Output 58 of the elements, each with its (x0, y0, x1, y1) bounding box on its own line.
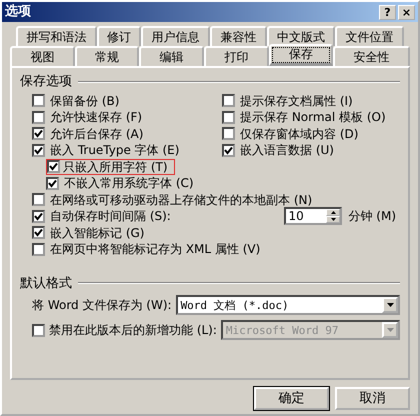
checkbox-label: 允许后台保存 (A) (50, 126, 144, 142)
close-button[interactable]: × (398, 4, 415, 20)
checkbox[interactable] (32, 144, 45, 157)
tab[interactable]: 中文版式 (266, 26, 336, 46)
checkbox[interactable] (222, 94, 235, 108)
checkbox[interactable] (222, 144, 235, 157)
checkbox[interactable] (32, 242, 45, 256)
tab[interactable]: 修订 (96, 26, 142, 46)
tab[interactable]: 视图 (10, 46, 75, 66)
checkbox[interactable] (47, 160, 60, 174)
checkbox-label: 保留备份 (B) (50, 94, 120, 108)
checkbox[interactable] (32, 210, 45, 223)
tab[interactable]: 保存 (268, 44, 334, 66)
help-button[interactable]: ? (379, 4, 396, 20)
tab[interactable]: 兼容性 (210, 26, 267, 46)
tab[interactable]: 编辑 (139, 46, 204, 66)
checkbox-label: 不嵌入常用系统字体 (C) (64, 176, 194, 191)
checkbox-label: 提示保存文档属性 (I) (240, 94, 353, 108)
dropdown[interactable]: Word 文档 (*.doc) (176, 295, 400, 316)
checkbox-label: 嵌入智能标记 (G) (50, 226, 144, 240)
group-title: 保存选项 (20, 74, 72, 90)
down-arrow-icon (330, 218, 336, 222)
tab[interactable]: 拼写和语法 (16, 26, 97, 46)
checkbox[interactable] (222, 127, 235, 140)
caret-icon (386, 328, 394, 332)
tab[interactable]: 常规 (74, 46, 140, 66)
checkbox[interactable] (32, 110, 45, 124)
up-arrow-icon (330, 211, 336, 214)
checkbox-label: 在网页中将智能标记存为 XML 属性 (V) (50, 242, 260, 257)
tab[interactable]: 打印 (204, 46, 269, 66)
checkbox-label: 只嵌入所用字符 (T) (63, 160, 168, 174)
window-title: 选项 (5, 4, 32, 20)
dialog-button[interactable]: 确定 (254, 387, 329, 410)
caret-icon (386, 303, 394, 308)
checkbox-label: 嵌入 TrueType 字体 (E) (50, 143, 180, 158)
spin-down-button[interactable] (326, 216, 340, 224)
checkbox[interactable] (46, 176, 59, 190)
checkbox-label: 禁用在此版本后的新增功能 (L): (49, 322, 217, 338)
checkbox-label: 自动保存时间间隔 (S): (50, 209, 171, 224)
checkbox-label: 嵌入语言数据 (U) (240, 143, 334, 158)
checkbox[interactable] (32, 127, 45, 140)
spin-up-button[interactable] (326, 209, 340, 216)
unit-label: 分钟 (M) (348, 209, 396, 224)
tab[interactable]: 文件位置 (335, 26, 404, 46)
number-field[interactable]: 10 (284, 207, 342, 226)
checkbox-label: 允许快速保存 (F) (50, 110, 142, 125)
tab[interactable]: 安全性 (333, 46, 410, 66)
tab[interactable]: 用户信息 (141, 26, 210, 46)
field-label: 将 Word 文件保存为 (W): (32, 298, 172, 312)
dialog-button[interactable]: 取消 (335, 387, 410, 410)
group-title: 默认格式 (20, 276, 72, 292)
checkbox[interactable] (32, 94, 45, 108)
checkbox-label: 仅保存窗体域内容 (D) (240, 126, 358, 142)
checkbox-label: 在网络或可移动驱动器上存储文件的本地副本 (N) (50, 192, 312, 208)
checkbox[interactable] (222, 110, 235, 124)
checkbox-label: 提示保存 Normal 模板 (O) (240, 110, 386, 125)
checkbox[interactable] (32, 226, 45, 240)
checkbox[interactable] (32, 193, 45, 206)
